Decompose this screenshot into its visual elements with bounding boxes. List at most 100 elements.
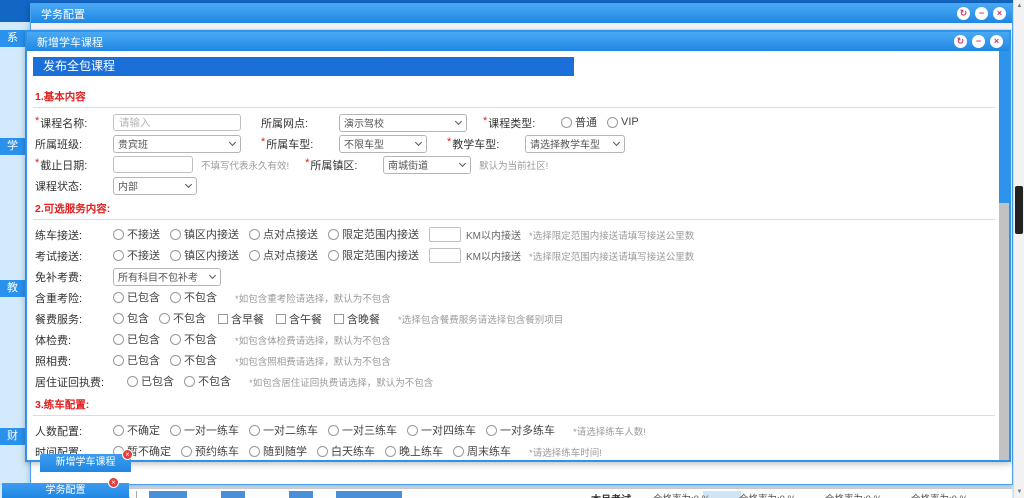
- train-pickup-km-input[interactable]: [429, 227, 461, 242]
- sidebar-tab-4[interactable]: 财: [0, 428, 27, 445]
- radio-option[interactable]: 晚上练车: [385, 443, 443, 459]
- radio-option[interactable]: 点对点接送: [249, 247, 318, 263]
- refresh-icon[interactable]: ↻: [954, 35, 967, 48]
- checkbox-option[interactable]: 含晚餐: [332, 311, 380, 327]
- field-label: * 所属镇区:: [305, 156, 358, 172]
- select-value: 贵宾班: [118, 140, 148, 151]
- radio-option[interactable]: 不接送: [113, 247, 160, 263]
- select-value: 演示驾校: [344, 119, 384, 130]
- field-label: * 截止日期:: [35, 156, 88, 172]
- close-icon[interactable]: ×: [993, 7, 1006, 20]
- radio-option[interactable]: 已包含: [127, 373, 174, 389]
- scroll-up-icon[interactable]: ▲: [1016, 3, 1023, 9]
- tab-add-course[interactable]: 新增学车课程: [40, 454, 131, 472]
- radio-icon: [486, 424, 497, 436]
- exam-pickup-km-input[interactable]: [429, 248, 461, 263]
- row-physical-fee: 体检费: 已包含 不包含 *如包含体检费请选择，默认为不包含: [33, 329, 995, 350]
- add-course-dialog: 新增学车课程 ↻ − × 发布全包课程 1.基本内容 *课程名称: 所属网点: …: [25, 30, 1011, 462]
- select-value: 不限车型: [344, 140, 384, 151]
- checkbox-option[interactable]: 含早餐: [216, 311, 264, 327]
- radio-option[interactable]: 不包含: [184, 373, 231, 389]
- refresh-icon[interactable]: ↻: [957, 7, 970, 20]
- sidebar-tab-1[interactable]: 系: [0, 30, 27, 47]
- close-icon[interactable]: ×: [990, 35, 1003, 48]
- radio-option[interactable]: 镇区内接送: [170, 226, 239, 242]
- tab-close-icon[interactable]: ×: [122, 449, 133, 460]
- outer-titlebar[interactable]: 学务配置 ↻ − ×: [31, 4, 1012, 23]
- radio-option[interactable]: VIP: [607, 116, 639, 128]
- radio-option[interactable]: 不包含: [170, 331, 217, 347]
- radio-option[interactable]: 不包含: [159, 310, 206, 326]
- train-pickup-radio-group: 不接送 镇区内接送 点对点接送 限定范围内接送: [113, 226, 429, 243]
- option-label: 限定范围内接送: [342, 250, 419, 263]
- radio-icon: [328, 424, 339, 436]
- radio-option[interactable]: 一对多练车: [486, 422, 555, 438]
- chevron-down-icon: [208, 271, 217, 280]
- course-name-input[interactable]: [113, 114, 241, 131]
- option-label: 已包含: [141, 376, 174, 389]
- radio-icon: [328, 228, 339, 240]
- row-course-name: *课程名称: 所属网点: 演示驾校 *课程类型: 普通 VIP: [33, 112, 995, 133]
- section-title-basic: 1.基本内容: [33, 84, 995, 108]
- radio-option[interactable]: 白天练车: [317, 443, 375, 459]
- dialog-scrollbar-thumb[interactable]: [999, 51, 1009, 203]
- radio-icon: [170, 228, 181, 240]
- section-title-services: 2.可选服务内容:: [33, 196, 995, 220]
- radio-option[interactable]: 一对四练车: [407, 422, 476, 438]
- radio-option[interactable]: 已包含: [113, 331, 160, 347]
- scroll-down-icon[interactable]: ▼: [1016, 489, 1023, 495]
- minimize-icon[interactable]: −: [972, 35, 985, 48]
- radio-option[interactable]: 不包含: [170, 352, 217, 368]
- radio-option[interactable]: 一对一练车: [170, 422, 239, 438]
- field-label: 考试接送:: [35, 250, 83, 263]
- dialog-titlebar[interactable]: 新增学车课程 ↻ − ×: [27, 32, 1009, 51]
- radio-option[interactable]: 点对点接送: [249, 226, 318, 242]
- radio-icon: [170, 291, 181, 303]
- town-select[interactable]: 南城街道: [383, 155, 472, 174]
- radio-option[interactable]: 一对三练车: [328, 422, 397, 438]
- radio-option[interactable]: 镇区内接送: [170, 247, 239, 263]
- radio-option[interactable]: 随到随学: [249, 443, 307, 459]
- option-label: 暂不确定: [127, 446, 171, 459]
- field-label: 练车接送:: [35, 229, 83, 242]
- radio-icon: [607, 116, 618, 128]
- month-exam-label: 本月考试: [591, 491, 631, 498]
- people-config-radio-group: 不确定 一对一练车 一对二练车 一对三练车 一对四练车 一对多练车: [113, 422, 565, 439]
- checkbox-option[interactable]: 含午餐: [274, 311, 322, 327]
- time-config-radio-group: 暂不确定 预约练车 随到随学 白天练车 晚上练车 周末练车: [113, 443, 521, 460]
- minimize-icon[interactable]: −: [975, 7, 988, 20]
- network-select[interactable]: 演示驾校: [339, 113, 467, 132]
- radio-option[interactable]: 不包含: [170, 289, 217, 305]
- radio-option[interactable]: 限定范围内接送: [328, 247, 419, 263]
- sidebar-tab-2[interactable]: 学: [0, 138, 27, 155]
- radio-option[interactable]: 普通: [561, 114, 597, 130]
- radio-option[interactable]: 不确定: [113, 422, 160, 438]
- option-label: 已包含: [127, 292, 160, 305]
- radio-option[interactable]: 一对二练车: [249, 422, 318, 438]
- pass-rate-label: 合格率为:0.%: [911, 491, 968, 498]
- radio-icon: [181, 445, 192, 457]
- radio-option[interactable]: 不接送: [113, 226, 160, 242]
- dialog-scrollbar[interactable]: [999, 51, 1009, 460]
- radio-option[interactable]: 周末练车: [453, 443, 511, 459]
- radio-option[interactable]: 预约练车: [181, 443, 239, 459]
- course-status-select[interactable]: 内部: [113, 176, 197, 195]
- field-label: * 课程类型:: [483, 114, 536, 130]
- radio-option[interactable]: 包含: [113, 310, 149, 326]
- radio-option[interactable]: 已包含: [113, 352, 160, 368]
- option-label: 含早餐: [231, 313, 264, 326]
- page-scrollbar-thumb[interactable]: [1015, 186, 1023, 234]
- class-select[interactable]: 贵宾班: [113, 134, 241, 153]
- radio-icon: [113, 228, 124, 240]
- radio-option[interactable]: 已包含: [113, 289, 160, 305]
- car-type-select[interactable]: 不限车型: [339, 134, 427, 153]
- radio-option[interactable]: 限定范围内接送: [328, 226, 419, 242]
- waive-retake-select[interactable]: 所有科目不包补考: [113, 267, 221, 286]
- sidebar-tab-3[interactable]: 教: [0, 280, 27, 297]
- tab-close-icon[interactable]: ×: [108, 477, 119, 488]
- row-photo-fee: 照相费: 已包含 不包含 *如包含照相费请选择，默认为不包含: [33, 350, 995, 371]
- progress-bar: [221, 491, 245, 498]
- teaching-car-type-select[interactable]: 请选择教学车型: [525, 134, 625, 153]
- page-scrollbar[interactable]: ▲ ▼: [1013, 0, 1024, 498]
- deadline-input[interactable]: [113, 156, 193, 173]
